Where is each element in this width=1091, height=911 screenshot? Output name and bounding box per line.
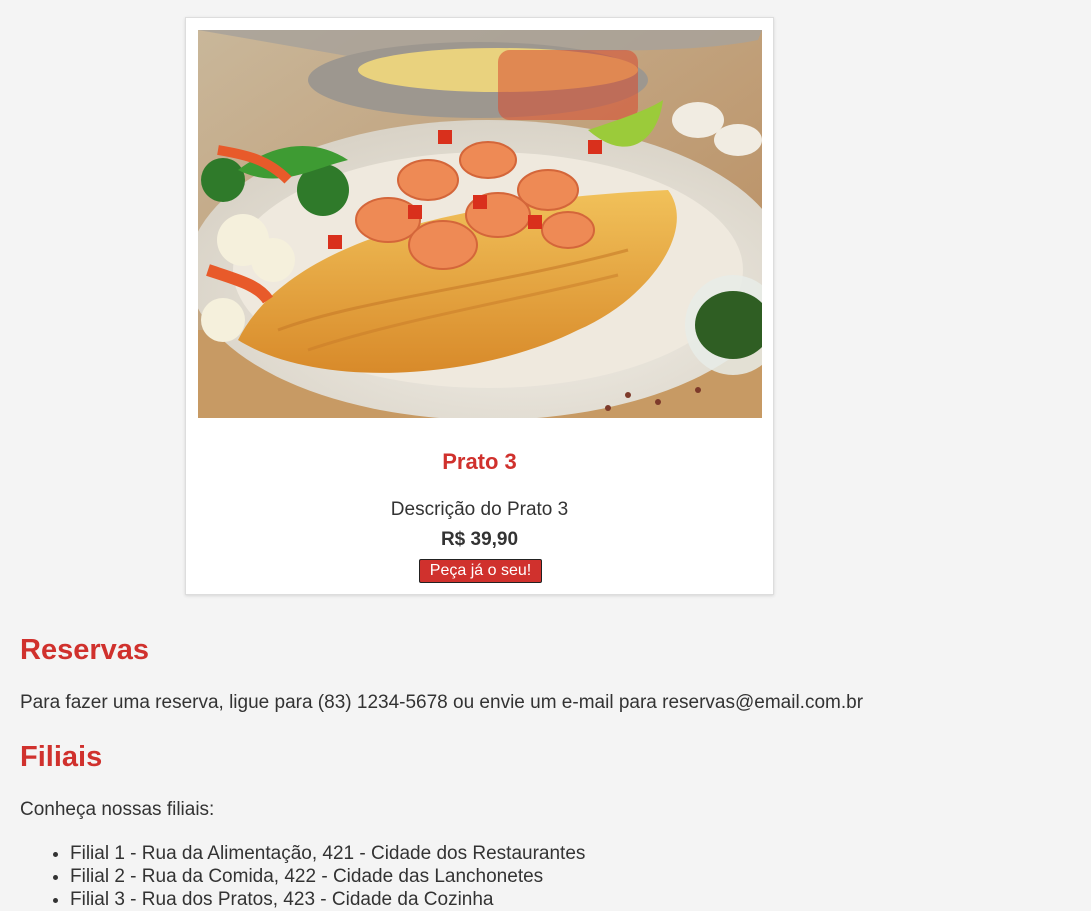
- order-button[interactable]: Peça já o seu!: [419, 559, 542, 583]
- dish-image: [198, 30, 762, 418]
- branch-list: Filial 1 - Rua da Alimentação, 421 - Cid…: [20, 842, 585, 911]
- filiais-intro: Conheça nossas filiais:: [20, 799, 215, 820]
- branch-item: Filial 1 - Rua da Alimentação, 421 - Cid…: [70, 842, 585, 865]
- reservas-text-prefix: Para fazer uma reserva, ligue para (83) …: [20, 692, 663, 713]
- dish-description: Descrição do Prato 3: [390, 499, 569, 520]
- reservas-email-link[interactable]: reservas@email.com.br: [662, 692, 863, 713]
- branch-item: Filial 3 - Rua dos Pratos, 423 - Cidade …: [70, 888, 585, 911]
- dish-title: Prato 3: [442, 449, 517, 474]
- dish-card: Prato 3 Descrição do Prato 3 R$ 39,90 Pe…: [185, 17, 774, 595]
- filiais-heading: Filiais: [20, 741, 103, 773]
- dish-price: R$ 39,90: [440, 529, 519, 550]
- branch-item: Filial 2 - Rua da Comida, 422 - Cidade d…: [70, 865, 585, 888]
- reservas-text: Para fazer uma reserva, ligue para (83) …: [20, 692, 863, 714]
- reservas-heading: Reservas: [20, 634, 149, 666]
